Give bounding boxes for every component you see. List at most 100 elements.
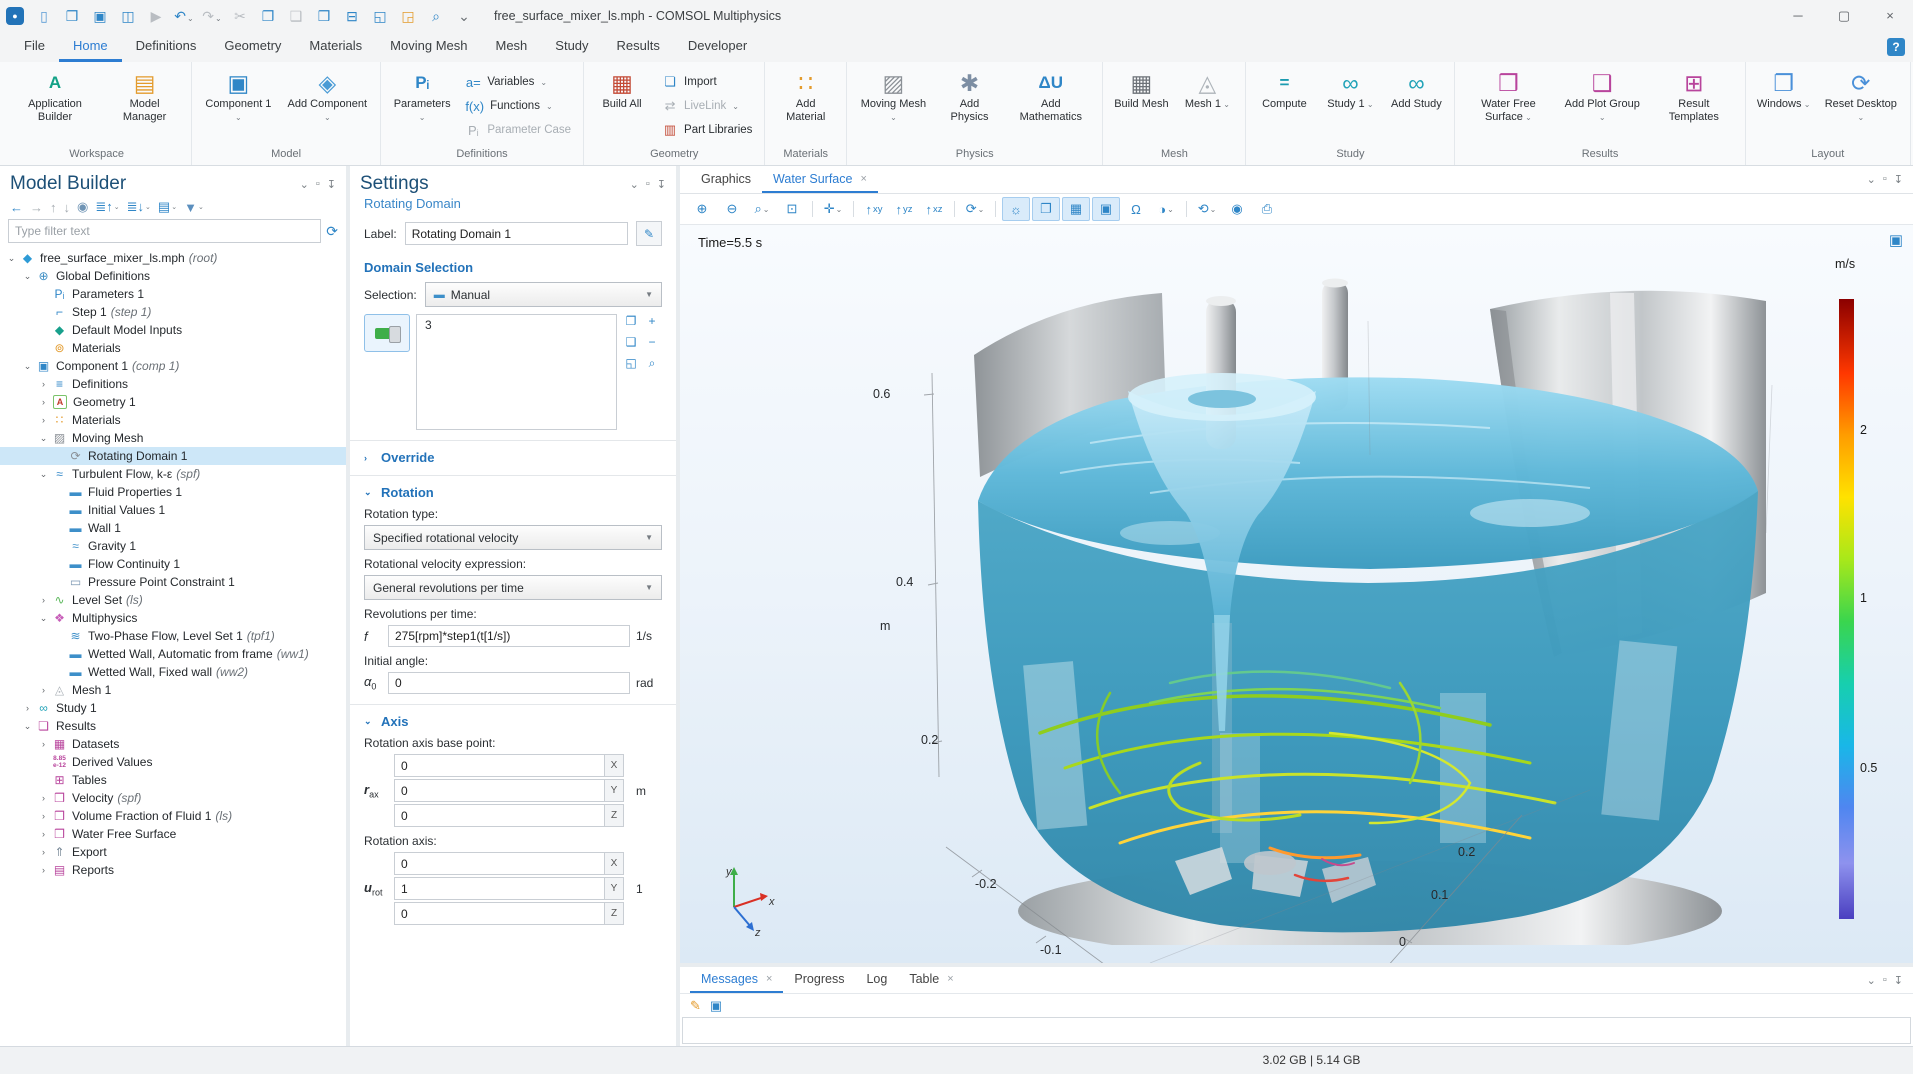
- tree-item-reports[interactable]: ›▤Reports: [0, 861, 346, 879]
- mesh-1-button[interactable]: ◬Mesh 1 ⌄: [1176, 67, 1238, 112]
- parameter-case-button[interactable]: PᵢParameter Case: [460, 118, 576, 142]
- go-forward-button[interactable]: →: [28, 200, 45, 215]
- application-builder-button[interactable]: AApplication Builder: [9, 67, 101, 125]
- tree-item-results[interactable]: ⌄❏Results: [0, 717, 346, 735]
- messages-output[interactable]: [682, 1017, 1911, 1044]
- tree-item-water-free-surface[interactable]: ›❒Water Free Surface: [0, 825, 346, 843]
- expand-open-icon[interactable]: ⌄: [36, 465, 51, 483]
- save-icon[interactable]: ▣: [88, 4, 112, 28]
- zoom-in-button[interactable]: ⊕: [688, 197, 716, 221]
- tree-item-multiphysics[interactable]: ⌄❖Multiphysics: [0, 609, 346, 627]
- base-point-y-input[interactable]: [395, 780, 604, 801]
- section-axis[interactable]: ⌄ Axis: [364, 714, 662, 729]
- close-button[interactable]: ×: [1867, 0, 1913, 32]
- remove-from-selection-button[interactable]: −: [643, 335, 661, 353]
- tree-item-velocity[interactable]: ›❒Velocity(spf): [0, 789, 346, 807]
- tree-item-derived-values[interactable]: 8.85 e-12Derived Values: [0, 753, 346, 771]
- ribbon-tab-file[interactable]: File: [10, 32, 59, 62]
- tree-item-global-definitions[interactable]: ⌄⊕Global Definitions: [0, 267, 346, 285]
- new-file-icon[interactable]: ▯: [32, 4, 56, 28]
- clear-selection-icon[interactable]: ◲: [396, 4, 420, 28]
- cut-icon[interactable]: ✂: [228, 4, 252, 28]
- float-icon[interactable]: ▫: [316, 178, 320, 191]
- customize-toolbar-icon[interactable]: ⌄: [452, 4, 476, 28]
- add-to-selection-button[interactable]: +: [643, 314, 661, 332]
- compute-button[interactable]: =Compute: [1253, 67, 1315, 112]
- find-icon[interactable]: ⌕: [424, 4, 448, 28]
- close-icon[interactable]: ×: [860, 173, 866, 185]
- tree-item-wetted-wall-automatic-from-frame[interactable]: ▬Wetted Wall, Automatic from frame(ww1): [0, 645, 346, 663]
- ribbon-tab-developer[interactable]: Developer: [674, 32, 761, 62]
- float-icon[interactable]: ▫: [1883, 173, 1887, 186]
- pin-icon[interactable]: ↧: [327, 178, 336, 191]
- copy-selection-button[interactable]: ❐: [622, 314, 640, 332]
- go-back-button[interactable]: ←: [8, 200, 25, 215]
- update-plot-button[interactable]: ⟲⌄: [1193, 197, 1221, 221]
- water-free-surface-button[interactable]: ❒Water Free Surface ⌄: [1462, 67, 1554, 125]
- expand-open-icon[interactable]: ⌄: [4, 249, 19, 267]
- expand-closed-icon[interactable]: ›: [36, 843, 51, 861]
- zoom-to-selection-button[interactable]: ⌕: [643, 356, 661, 374]
- rename-button[interactable]: ✎: [636, 221, 662, 246]
- frequency-input[interactable]: [388, 625, 630, 647]
- tree-item-wall-1[interactable]: ▬Wall 1: [0, 519, 346, 537]
- delete-icon[interactable]: ⊟: [340, 4, 364, 28]
- expand-closed-icon[interactable]: ›: [36, 735, 51, 753]
- go-to-view-button[interactable]: ✛⌄: [819, 197, 847, 221]
- build-mesh-button[interactable]: ▦Build Mesh: [1110, 67, 1172, 112]
- expand-all-button[interactable]: ≣↓⌄: [125, 199, 153, 215]
- filter-input[interactable]: [8, 219, 321, 243]
- redo-icon[interactable]: ↷⌄: [200, 4, 224, 28]
- graphics-tab-water-surface[interactable]: Water Surface×: [762, 168, 878, 193]
- selection-list[interactable]: 3: [416, 314, 617, 430]
- tree-item-two-phase-flow-level-set-1[interactable]: ≋Two-Phase Flow, Level Set 1(tpf1): [0, 627, 346, 645]
- collapse-icon[interactable]: ⌄: [1867, 974, 1876, 987]
- scene-light-button[interactable]: ☼: [1002, 197, 1030, 221]
- copy-icon[interactable]: ❐: [256, 4, 280, 28]
- go-to-node-button[interactable]: ▤⌄: [156, 199, 179, 215]
- reset-desktop-button[interactable]: ⟳Reset Desktop ⌄: [1819, 67, 1903, 125]
- parameters-button[interactable]: PᵢParameters ⌄: [388, 67, 456, 125]
- result-templates-button[interactable]: ⊞Result Templates: [1650, 67, 1738, 125]
- expand-closed-icon[interactable]: ›: [36, 861, 51, 879]
- expand-closed-icon[interactable]: ›: [36, 681, 51, 699]
- transparency-button[interactable]: ❐: [1032, 197, 1060, 221]
- expand-open-icon[interactable]: ⌄: [20, 717, 35, 735]
- ribbon-tab-materials[interactable]: Materials: [295, 32, 376, 62]
- info-tab-log[interactable]: Log: [855, 968, 898, 993]
- ribbon-tab-geometry[interactable]: Geometry: [210, 32, 295, 62]
- duplicate-icon[interactable]: ❒: [312, 4, 336, 28]
- minimize-button[interactable]: ─: [1775, 0, 1821, 32]
- label-input[interactable]: [405, 222, 628, 245]
- tree-item-initial-values-1[interactable]: ▬Initial Values 1: [0, 501, 346, 519]
- expand-open-icon[interactable]: ⌄: [20, 267, 35, 285]
- add-study-button[interactable]: ∞Add Study: [1385, 67, 1447, 112]
- select-region-icon[interactable]: ◱: [368, 4, 392, 28]
- info-tab-messages[interactable]: Messages×: [690, 968, 783, 993]
- print-button[interactable]: ⎙: [1253, 197, 1281, 221]
- tree-item-default-model-inputs[interactable]: ◆Default Model Inputs: [0, 321, 346, 339]
- tree-item-parameters-1[interactable]: PᵢParameters 1: [0, 285, 346, 303]
- expand-closed-icon[interactable]: ›: [36, 393, 51, 411]
- add-plot-group-button[interactable]: ❑Add Plot Group ⌄: [1558, 67, 1646, 125]
- help-button[interactable]: ?: [1887, 38, 1905, 56]
- rotation-type-dropdown[interactable]: Specified rotational velocity ▼: [364, 525, 662, 550]
- graphics-tab-graphics[interactable]: Graphics: [690, 168, 762, 193]
- expand-closed-icon[interactable]: ›: [36, 825, 51, 843]
- info-tab-table[interactable]: Table×: [898, 968, 964, 993]
- save-as-icon[interactable]: ◫: [116, 4, 140, 28]
- show-options-button[interactable]: ◉: [75, 199, 90, 215]
- tree-item-mesh-1[interactable]: ›◬Mesh 1: [0, 681, 346, 699]
- ribbon-tab-mesh[interactable]: Mesh: [481, 32, 541, 62]
- tree-item-rotating-domain-1[interactable]: ⟳Rotating Domain 1: [0, 447, 346, 465]
- windows-button[interactable]: ❐Windows ⌄: [1753, 67, 1815, 112]
- expand-open-icon[interactable]: ⌄: [36, 429, 51, 447]
- part-libraries-button[interactable]: ▥Part Libraries: [657, 118, 757, 142]
- tree-item-definitions[interactable]: ›≡Definitions: [0, 375, 346, 393]
- tree-item-gravity-1[interactable]: ≈Gravity 1: [0, 537, 346, 555]
- undo-icon[interactable]: ↶⌄: [172, 4, 196, 28]
- tree-item-pressure-point-constraint-1[interactable]: ▭Pressure Point Constraint 1: [0, 573, 346, 591]
- study-1-button[interactable]: ∞Study 1 ⌄: [1319, 67, 1381, 112]
- graphics-canvas[interactable]: Time=5.5 s ▣: [680, 225, 1913, 963]
- create-selection-button[interactable]: ◱: [622, 356, 640, 374]
